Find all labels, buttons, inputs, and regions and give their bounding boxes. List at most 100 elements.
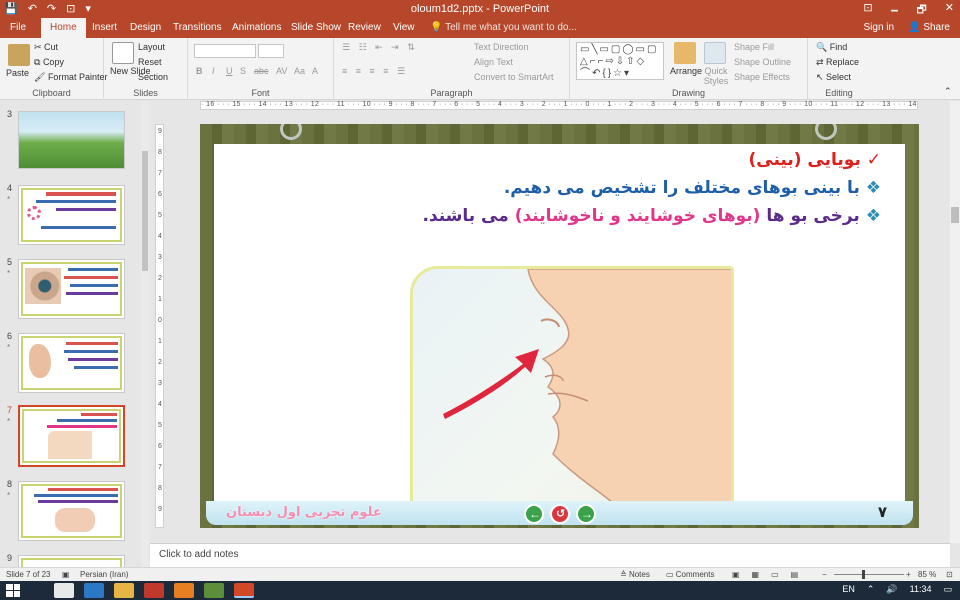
- tab-transitions[interactable]: Transitions: [173, 18, 222, 38]
- firefox-icon[interactable]: [174, 583, 194, 598]
- share-button[interactable]: 👤 Share: [908, 18, 950, 38]
- tab-view[interactable]: View: [393, 18, 415, 38]
- tab-review[interactable]: Review: [348, 18, 381, 38]
- section-button[interactable]: Section: [138, 72, 168, 82]
- zoom-slider-handle[interactable]: [862, 570, 865, 579]
- text-direction-button[interactable]: Text Direction: [474, 42, 529, 52]
- find-button[interactable]: 🔍 Find: [816, 42, 847, 53]
- quick-styles-button[interactable]: Quick Styles: [702, 66, 730, 86]
- spellcheck-icon[interactable]: ▣: [62, 570, 70, 579]
- slide-scrollbar[interactable]: [950, 101, 960, 543]
- slide-thumbnail-8[interactable]: [18, 481, 125, 541]
- nose-illustration[interactable]: [410, 266, 734, 514]
- list-buttons[interactable]: ☰ ☷ ⇤ ⇥ ⇅: [342, 42, 418, 53]
- replace-button[interactable]: ⇄ Replace: [816, 57, 859, 68]
- taskbar-app-icon[interactable]: [54, 583, 74, 598]
- copy-button[interactable]: ⧉ Copy: [34, 57, 64, 68]
- language-indicator[interactable]: Persian (Iran): [80, 570, 128, 579]
- volume-icon[interactable]: 🔊: [886, 584, 897, 595]
- fit-slide-icon[interactable]: ⊡: [946, 570, 953, 579]
- comments-toggle[interactable]: ▭ Comments: [666, 570, 714, 579]
- shape-effects-button[interactable]: Shape Effects: [734, 72, 790, 82]
- notification-icon[interactable]: ▭: [943, 584, 952, 595]
- collapse-ribbon-icon[interactable]: ⌃: [944, 86, 952, 97]
- notes-placeholder[interactable]: Click to add notes: [159, 549, 239, 560]
- paste-button[interactable]: Paste: [6, 68, 29, 78]
- zoom-out-button[interactable]: −: [822, 570, 827, 579]
- ribbon-tabs: File Home Insert Design Transitions Anim…: [0, 18, 960, 38]
- bold-button[interactable]: B: [196, 66, 203, 76]
- paste-icon[interactable]: [8, 44, 30, 66]
- taskbar-app-icon[interactable]: [114, 583, 134, 598]
- bullet-line-1[interactable]: ❖ با بینی بوهای مختلف را تشخیص می دهیم.: [504, 178, 881, 198]
- tab-design[interactable]: Design: [130, 18, 161, 38]
- replace-icon: ⇄: [816, 57, 827, 67]
- font-size-field[interactable]: [258, 44, 284, 58]
- vertical-ruler-tick-label: 9: [158, 128, 162, 135]
- align-text-button[interactable]: Align Text: [474, 57, 513, 67]
- tab-insert[interactable]: Insert: [92, 18, 117, 38]
- slide-thumbnail-3[interactable]: [18, 111, 125, 169]
- italic-button[interactable]: I: [212, 66, 215, 76]
- shape-fill-button[interactable]: Shape Fill: [734, 42, 774, 52]
- shape-outline-button[interactable]: Shape Outline: [734, 57, 791, 67]
- tab-home[interactable]: Home: [41, 18, 86, 38]
- thumbnail-scrollbar[interactable]: [141, 101, 149, 567]
- underline-button[interactable]: U: [226, 66, 233, 76]
- windows-start-icon[interactable]: [6, 584, 20, 597]
- heading-line[interactable]: ✓ بویایی (بینی): [749, 150, 881, 170]
- shapes-gallery[interactable]: ▭╲▭▢◯▭▢ △⌐⌐⇨⇩⇧◇ ⌒↶{}☆▾: [576, 42, 664, 80]
- notes-pane[interactable]: Click to add notes: [150, 543, 950, 567]
- slide-thumbnail-5[interactable]: [18, 259, 125, 319]
- tab-file[interactable]: File: [10, 18, 26, 38]
- convert-smartart-button[interactable]: Convert to SmartArt: [474, 72, 554, 82]
- cut-button[interactable]: ✂ Cut: [34, 42, 58, 53]
- slide-thumbnail-7[interactable]: [18, 405, 125, 467]
- arrange-button[interactable]: Arrange: [670, 66, 702, 76]
- face-shape: [527, 269, 731, 511]
- zoom-in-button[interactable]: +: [906, 570, 911, 579]
- zoom-slider[interactable]: [834, 574, 904, 575]
- notes-toggle[interactable]: ≙ Notes: [620, 570, 650, 579]
- strikethrough-button[interactable]: abc: [254, 66, 269, 76]
- scroll-thumb[interactable]: [951, 207, 959, 223]
- scroll-thumb[interactable]: [142, 151, 148, 271]
- tell-me-box[interactable]: 💡 Tell me what you want to do...: [430, 18, 577, 38]
- bullet-line-2[interactable]: ❖ برخی بو ها (بوهای خوشایند و ناخوشایند)…: [422, 206, 881, 226]
- align-buttons[interactable]: ≡ ≡ ≡ ≡ ☰: [342, 66, 408, 77]
- quick-styles-icon[interactable]: [704, 42, 726, 64]
- slide-thumbnail-9[interactable]: [18, 555, 125, 567]
- home-slide-button[interactable]: ↺: [550, 504, 570, 524]
- change-case-button[interactable]: Aa: [294, 66, 305, 76]
- thumb-text-line: [56, 208, 116, 211]
- bullet-diamond-icon: ❖: [865, 178, 881, 198]
- format-painter-button[interactable]: 🖌 Format Painter: [34, 72, 107, 83]
- arrow-left-icon: ←: [529, 507, 541, 521]
- tab-slide-show[interactable]: Slide Show: [291, 18, 341, 38]
- prev-slide-button[interactable]: ←: [524, 504, 544, 524]
- slide-canvas[interactable]: ✓ بویایی (بینی) ❖ با بینی بوهای مختلف را…: [200, 124, 919, 528]
- shadow-button[interactable]: S: [240, 66, 246, 76]
- slide-thumbnail-6[interactable]: [18, 333, 125, 393]
- next-slide-button[interactable]: →: [576, 504, 596, 524]
- powerpoint-taskbar-icon[interactable]: [234, 583, 254, 598]
- taskbar-app-icon[interactable]: [144, 583, 164, 598]
- char-spacing-button[interactable]: AV: [276, 66, 287, 76]
- zoom-level[interactable]: 85 %: [918, 570, 936, 579]
- clock[interactable]: 11:34: [910, 584, 932, 595]
- view-buttons[interactable]: ▣▦▭▤: [732, 570, 810, 579]
- tray-chevron-icon[interactable]: ⌃: [867, 584, 875, 595]
- layout-button[interactable]: Layout: [138, 42, 165, 52]
- font-name-field[interactable]: [194, 44, 256, 58]
- new-slide-icon[interactable]: [112, 42, 134, 64]
- select-button[interactable]: ↖ Select: [816, 72, 851, 83]
- font-color-button[interactable]: A: [312, 66, 318, 76]
- arrange-icon[interactable]: [674, 42, 696, 64]
- slide-thumbnail-4[interactable]: [18, 185, 125, 245]
- reset-button[interactable]: Reset: [138, 57, 162, 67]
- taskbar-app-icon[interactable]: [204, 583, 224, 598]
- sign-in-link[interactable]: Sign in: [864, 18, 895, 38]
- tab-animations[interactable]: Animations: [232, 18, 281, 38]
- input-language[interactable]: EN: [842, 584, 855, 595]
- taskbar-app-icon[interactable]: [84, 583, 104, 598]
